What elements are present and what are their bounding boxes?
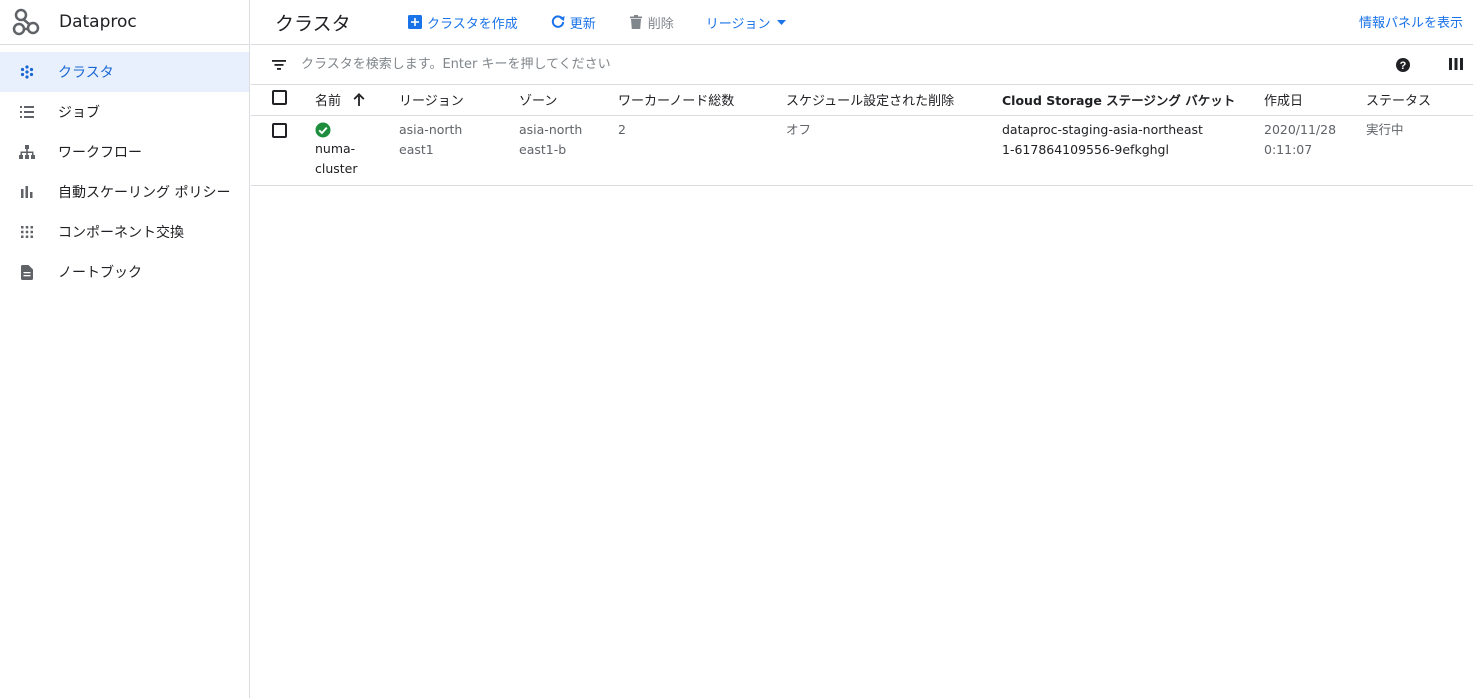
cluster-scheduled-delete-cell: オフ [786, 115, 1002, 186]
cluster-created-cell: 2020/11/28 0:11:07 [1264, 115, 1366, 186]
bar-chart-icon [19, 184, 35, 200]
page-title: クラスタ [275, 12, 351, 35]
sidebar-item-label: ジョブ [58, 105, 100, 121]
region-label: リージョン [705, 16, 771, 32]
sidebar-item-label: クラスタ [58, 65, 114, 81]
header-zone[interactable]: ゾーン [519, 85, 618, 116]
sidebar-item-notebooks[interactable]: ノートブック [0, 252, 249, 292]
cluster-zone-cell: asia-northeast1-b [519, 115, 618, 186]
clusters-table: 名前 リージョン ゾーン ワーカーノード総数 スケジュール設定された削除 Clo… [251, 85, 1473, 186]
table-row: numa-cluster asia-northeast1 asia-northe… [251, 115, 1473, 186]
delete-label: 削除 [647, 16, 674, 32]
status-ok-icon [315, 122, 331, 137]
cluster-workers-cell: 2 [618, 115, 786, 186]
list-icon [19, 104, 35, 120]
cluster-search-input[interactable] [301, 57, 1201, 72]
sidebar-nav: クラスタ ジョブ ワークフロー 自動スケーリング ポリシー コンポーネント交換 … [0, 45, 249, 292]
sort-ascending-icon [353, 92, 365, 110]
show-info-panel-link[interactable]: 情報パネルを表示 [1359, 12, 1463, 31]
cluster-created-value: 2020/11/28 0:11:07 [1264, 121, 1337, 157]
filter-icon[interactable] [271, 57, 287, 73]
main-content: クラスタ クラスタを作成 更新 削除 リージョン 情報パネルを表示 クラスタを検… [251, 0, 1473, 698]
product-header: Dataproc [0, 0, 249, 45]
sidebar-item-autoscaling[interactable]: 自動スケーリング ポリシー [0, 172, 249, 212]
header-status[interactable]: ステータス [1366, 85, 1473, 116]
sidebar: Dataproc クラスタ ジョブ ワークフロー 自動スケーリング ポリシー コ… [0, 0, 250, 698]
header-scheduled-deletion[interactable]: スケジュール設定された削除 [786, 85, 1002, 116]
caret-down-icon [776, 19, 786, 25]
document-icon [19, 264, 35, 280]
cluster-region-cell: asia-northeast1 [399, 115, 519, 186]
header-staging-bucket[interactable]: Cloud Storage ステージング バケット [1002, 85, 1264, 116]
sidebar-item-jobs[interactable]: ジョブ [0, 92, 249, 132]
dataproc-logo-icon[interactable] [10, 6, 42, 38]
delete-button[interactable]: 削除 [628, 13, 674, 32]
grid-icon [19, 224, 35, 240]
filter-bar: ? [251, 45, 1473, 85]
cluster-name-link[interactable]: numa-cluster [315, 139, 359, 179]
refresh-icon [550, 14, 566, 30]
refresh-label: 更新 [569, 16, 596, 32]
row-checkbox[interactable] [272, 122, 287, 138]
cluster-bucket-cell: dataproc-staging-asia-northeast1-6178641… [1002, 115, 1264, 186]
product-name: Dataproc [59, 12, 137, 32]
cluster-icon [19, 64, 35, 80]
svg-text:?: ? [1400, 60, 1407, 72]
header-created[interactable]: 作成日 [1264, 85, 1366, 116]
cluster-status-cell: 実行中 [1366, 115, 1473, 186]
create-cluster-label: クラスタを作成 [427, 16, 518, 32]
cluster-zone-value: asia-northeast1-b [519, 121, 583, 157]
select-all-checkbox[interactable] [272, 90, 287, 106]
sidebar-item-clusters[interactable]: クラスタ [0, 52, 249, 92]
sidebar-item-workflows[interactable]: ワークフロー [0, 132, 249, 172]
column-display-icon[interactable] [1449, 57, 1465, 73]
cluster-region-value: asia-northeast1 [399, 121, 463, 157]
cluster-name-cell: numa-cluster [315, 115, 399, 186]
table-header-row: 名前 リージョン ゾーン ワーカーノード総数 スケジュール設定された削除 Clo… [251, 85, 1473, 116]
toolbar: クラスタ クラスタを作成 更新 削除 リージョン 情報パネルを表示 [251, 0, 1473, 45]
header-name-label: 名前 [315, 93, 342, 109]
add-box-icon [407, 14, 423, 30]
sidebar-item-label: ワークフロー [58, 145, 142, 161]
sidebar-item-label: 自動スケーリング ポリシー [58, 185, 231, 201]
sidebar-item-label: ノートブック [58, 265, 142, 281]
sidebar-item-component-exchange[interactable]: コンポーネント交換 [0, 212, 249, 252]
header-region[interactable]: リージョン [399, 85, 519, 116]
sidebar-item-label: コンポーネント交換 [58, 225, 184, 241]
create-cluster-button[interactable]: クラスタを作成 [407, 13, 518, 32]
refresh-button[interactable]: 更新 [550, 13, 596, 32]
help-icon[interactable]: ? [1395, 57, 1411, 73]
row-select-cell [251, 115, 315, 186]
header-select-cell [251, 85, 315, 116]
header-staging-bucket-label: Cloud Storage ステージング バケット [1002, 93, 1236, 109]
trash-icon [628, 14, 644, 30]
header-name[interactable]: 名前 [315, 85, 399, 116]
cluster-bucket-link[interactable]: dataproc-staging-asia-northeast1-6178641… [1002, 120, 1207, 160]
region-dropdown[interactable]: リージョン [706, 13, 786, 32]
header-worker-nodes[interactable]: ワーカーノード総数 [618, 85, 786, 116]
workflow-icon [19, 144, 35, 160]
